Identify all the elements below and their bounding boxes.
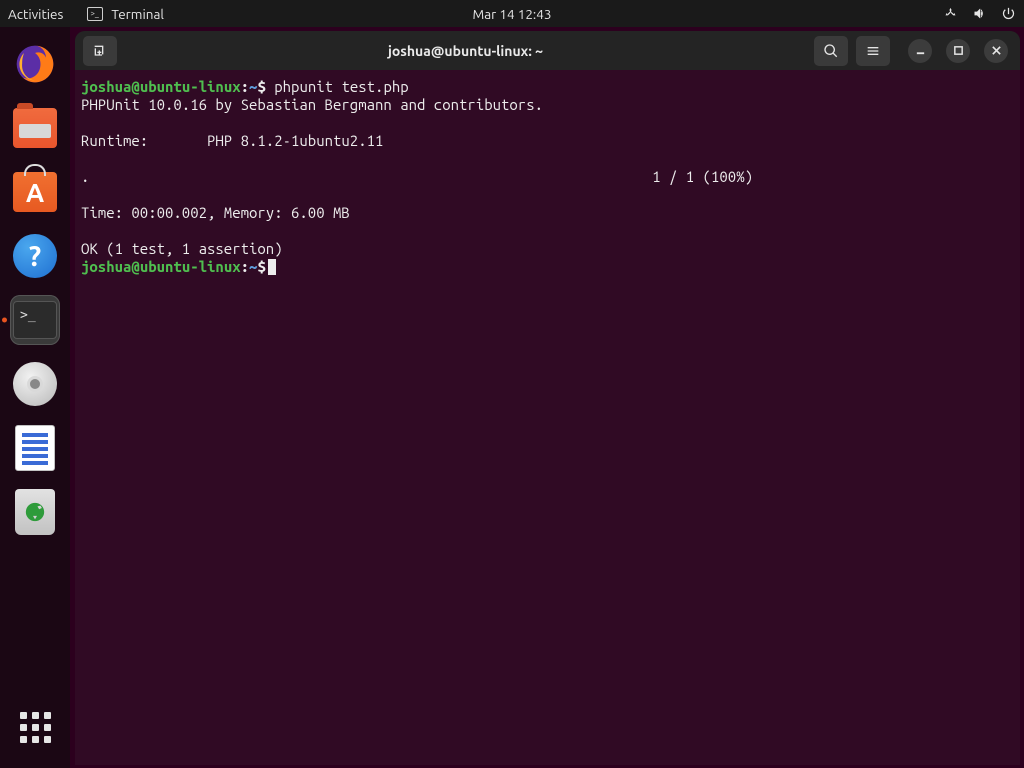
prompt-user: joshua (81, 78, 131, 95)
terminal-output[interactable]: joshua@ubuntu-linux:~$ phpunit test.php … (75, 70, 1020, 765)
disk-icon (13, 362, 57, 406)
terminal-icon: >_ (13, 301, 57, 339)
terminal-window: joshua@ubuntu-linux: ~ joshua@ubuntu- (75, 31, 1020, 765)
hamburger-icon (865, 43, 881, 59)
maximize-icon (953, 45, 964, 56)
firefox-icon (13, 42, 57, 86)
prompt2-at: @ (131, 258, 139, 275)
output-progress: . 1 / 1 (100%) (81, 168, 753, 185)
output-time: Time: 00:00.002, Memory: 6.00 MB (81, 204, 350, 221)
prompt2-user: joshua (81, 258, 131, 275)
prompt-colon: : (241, 78, 249, 95)
app-indicator[interactable]: Terminal (87, 6, 164, 22)
volume-icon (972, 6, 987, 21)
output-runtime: Runtime: PHP 8.1.2-1ubuntu2.11 (81, 132, 383, 149)
close-icon (991, 45, 1002, 56)
prompt2-host: ubuntu-linux (140, 258, 241, 275)
command-1: phpunit test.php (266, 78, 409, 95)
dock-item-terminal[interactable]: >_ (10, 295, 60, 345)
app-indicator-label: Terminal (111, 6, 164, 22)
output-ok: OK (1 test, 1 assertion) (81, 240, 283, 257)
minimize-icon (915, 45, 926, 56)
show-applications-button[interactable] (18, 710, 52, 744)
top-panel: Activities Terminal Mar 14 12:43 (0, 0, 1024, 27)
hamburger-menu-button[interactable] (856, 36, 890, 66)
software-center-icon (13, 172, 57, 212)
search-button[interactable] (814, 36, 848, 66)
window-title: joshua@ubuntu-linux: ~ (123, 43, 808, 59)
trash-icon (15, 489, 55, 535)
prompt2-dollar: $ (257, 258, 265, 275)
close-button[interactable] (984, 39, 1008, 63)
text-editor-icon (15, 425, 55, 471)
help-icon: ? (13, 234, 57, 278)
prompt-dollar: $ (257, 78, 265, 95)
prompt2-colon: : (241, 258, 249, 275)
maximize-button[interactable] (946, 39, 970, 63)
clock[interactable]: Mar 14 12:43 (473, 6, 552, 22)
activities-button[interactable]: Activities (8, 6, 63, 22)
running-indicator-dot (2, 318, 7, 323)
top-panel-left: Activities Terminal (8, 6, 164, 22)
search-icon (823, 43, 839, 59)
dock-item-firefox[interactable] (10, 39, 60, 89)
dock-item-software[interactable] (10, 167, 60, 217)
dock-item-text-editor[interactable] (10, 423, 60, 473)
new-tab-button[interactable] (83, 36, 117, 66)
terminal-small-icon (87, 7, 103, 21)
dock-item-trash[interactable] (10, 487, 60, 537)
dock-item-disk[interactable] (10, 359, 60, 409)
dock: ? >_ (0, 27, 70, 768)
cursor (268, 259, 276, 275)
output-line-1: PHPUnit 10.0.16 by Sebastian Bergmann an… (81, 96, 543, 113)
prompt-host: ubuntu-linux (140, 78, 241, 95)
new-tab-icon (92, 43, 108, 59)
files-icon (13, 108, 57, 148)
network-icon (943, 6, 958, 21)
dock-item-files[interactable] (10, 103, 60, 153)
titlebar[interactable]: joshua@ubuntu-linux: ~ (75, 31, 1020, 70)
system-tray[interactable] (943, 6, 1016, 21)
dock-item-help[interactable]: ? (10, 231, 60, 281)
minimize-button[interactable] (908, 39, 932, 63)
prompt-at: @ (131, 78, 139, 95)
power-icon (1001, 6, 1016, 21)
